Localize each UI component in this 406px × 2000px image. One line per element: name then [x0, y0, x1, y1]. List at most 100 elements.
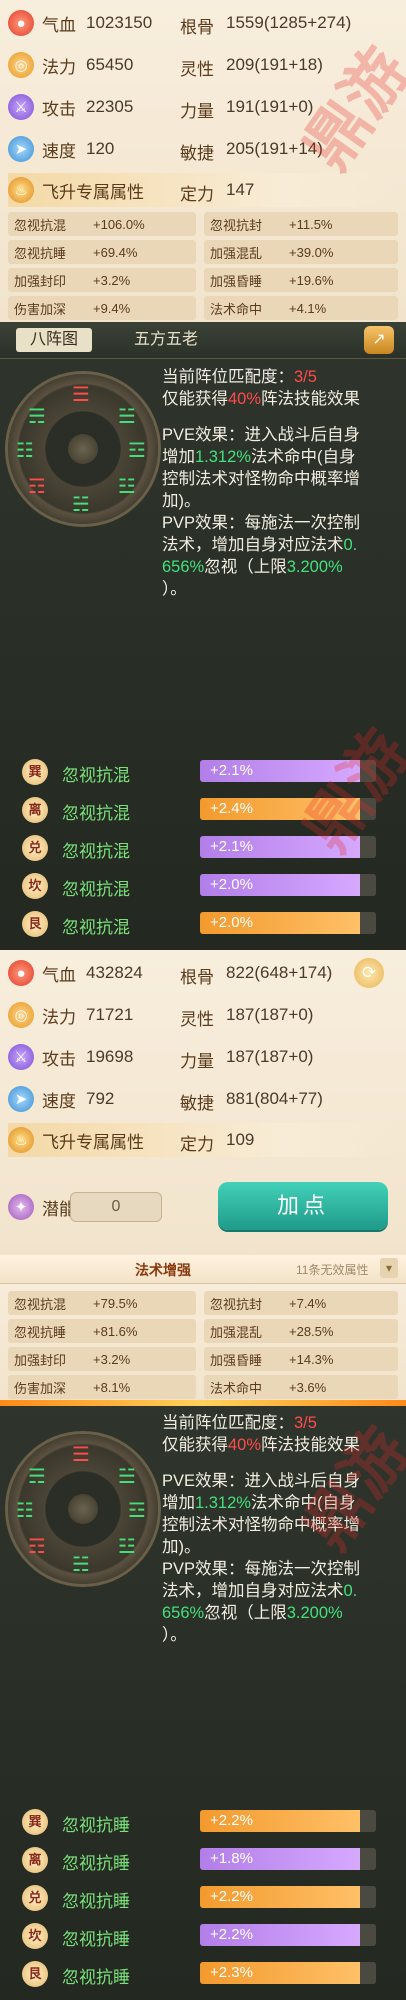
trigram-icon: ☷ [16, 440, 34, 462]
bonus-row: 巽 忽视抗混 +2.1% [0, 754, 406, 790]
invalid-attr-count: 11条无效属性 [296, 1263, 369, 1277]
trigram-badge-icon: 艮 [22, 911, 48, 937]
refresh-button[interactable]: ⟳ [354, 958, 384, 988]
grid-cell: 法术命中 +3.6% [204, 1375, 398, 1399]
trigram-icon: ☲ [128, 1500, 146, 1522]
trigram-icon: ☷ [16, 1500, 34, 1522]
formation-wheel[interactable]: ☰ ☱ ☲ ☳ ☵ ☶ ☷ ☴ [8, 1434, 158, 1584]
stat-spd: ➤ 速度 120 [8, 132, 114, 166]
stat-hp: ● 气血 432824 [8, 956, 143, 990]
hp-drop-icon: ● [8, 10, 34, 36]
bonus-row: 巽 忽视抗睡 +2.2% [0, 1804, 406, 1840]
grid-cell: 加强封印 +3.2% [8, 268, 196, 292]
share-button[interactable]: ↗ [364, 326, 394, 354]
bonus-row: 兑 忽视抗睡 +2.2% [0, 1880, 406, 1916]
stats-panel-3: 法术增强 11条无效属性 ▾ 忽视抗混 +79.5% 忽视抗封 +7.4% 忽视抗睡… [0, 1255, 406, 1400]
trigram-top-icon: ☰ [72, 384, 90, 406]
flame-icon: ♨ [8, 177, 34, 203]
stats-panel-2: ● 气血 432824 ◎ 法力 71721 ⚔ 攻击 19698 ➤ 速度 792 根骨 82… [0, 950, 406, 1255]
grid-cell: 忽视抗混 +79.5% [8, 1291, 196, 1315]
stat-label-liliang: 力量 [180, 102, 214, 121]
tab-wufangwulao[interactable]: 五方五老 [120, 328, 212, 352]
stat-label-lingxing: 灵性 [180, 60, 214, 79]
bonus-row: 艮 忽视抗混 +2.0% [0, 906, 406, 942]
stat-value-gengu: 822(648+174) [226, 963, 333, 982]
wheel-center [68, 434, 98, 464]
stat-label-dingli: 定力 [180, 1135, 214, 1154]
stat-value-liliang: 191(191+0) [226, 97, 314, 116]
bonus-row: 离 忽视抗睡 +1.8% [0, 1842, 406, 1878]
stats-panel-1: ● 气血 1023150 ◎ 法力 65450 ⚔ 攻击 22305 ➤ 速度 120 根骨 1… [0, 0, 406, 322]
bonus-row: 兑 忽视抗混 +2.1% [0, 830, 406, 866]
bonus-row: 坎 忽视抗睡 +2.2% [0, 1918, 406, 1954]
trigram-badge-icon: 坎 [22, 1923, 48, 1949]
formation-panel-2: ☰ ☱ ☲ ☳ ☵ ☶ ☷ ☴ 当前阵位匹配度：3/5 仅能获得40%阵法技能效… [0, 1400, 406, 2000]
trigram-icon: ☴ [28, 406, 46, 428]
grid-cell: 忽视抗混 +106.0% [8, 212, 196, 236]
bonus-bar: +2.1% [200, 760, 376, 782]
boot-icon: ➤ [8, 1086, 34, 1112]
bonus-bar: +2.1% [200, 836, 376, 858]
stat-atk: ⚔ 攻击 19698 [8, 1040, 133, 1074]
sword-icon: ⚔ [8, 94, 34, 120]
share-arrow-icon: ↗ [372, 331, 386, 348]
add-points-button[interactable]: 加点 [218, 1182, 388, 1230]
formation-tabbar: 八阵图 五方五老 ↗ [0, 322, 406, 359]
chevron-down-icon[interactable]: ▾ [380, 1258, 398, 1278]
trigram-badge-icon: 巽 [22, 1809, 48, 1835]
trigram-badge-icon: 艮 [22, 1961, 48, 1987]
stat-label-dingli: 定力 [180, 185, 214, 204]
formation-description: 当前阵位匹配度：3/5 仅能获得40%阵法技能效果 PVE效果：进入战斗后自身 … [162, 1414, 361, 1644]
bonus-bar: +2.2% [200, 1810, 376, 1832]
trigram-icon: ☱ [118, 406, 136, 428]
spell-enhance-header: 法术增强 11条无效属性 ▾ [0, 1255, 406, 1284]
bonus-row: 离 忽视抗混 +2.4% [0, 792, 406, 828]
bonus-bar: +2.0% [200, 912, 376, 934]
grid-cell: 加强昏睡 +14.3% [204, 1347, 398, 1371]
grid-cell: 加强封印 +3.2% [8, 1347, 196, 1371]
tab-bazhentu[interactable]: 八阵图 [16, 328, 93, 352]
potential-gem-icon: ✦ [8, 1194, 34, 1220]
stat-label-lingxing: 灵性 [180, 1010, 214, 1029]
trigram-icon: ☱ [118, 1466, 136, 1488]
stat-value-dingli: 109 [226, 1130, 255, 1149]
grid-cell: 忽视抗睡 +81.6% [8, 1319, 196, 1343]
formation-wheel[interactable]: ☰ ☱ ☲ ☳ ☵ ☶ ☷ ☴ [8, 374, 158, 524]
trigram-icon: ☲ [128, 440, 146, 462]
stat-value-liliang: 187(187+0) [226, 1047, 314, 1066]
wheel-center [68, 1494, 98, 1524]
grid-cell: 加强混乱 +39.0% [204, 240, 398, 264]
trigram-badge-icon: 兑 [22, 835, 48, 861]
stat-fly: ♨ 飞升专属属性 [8, 173, 154, 207]
flame-icon: ♨ [8, 1127, 34, 1153]
bonus-bar: +2.4% [200, 798, 376, 820]
trigram-icon: ☶ [28, 1536, 46, 1558]
sword-icon: ⚔ [8, 1044, 34, 1070]
trigram-icon: ☳ [118, 476, 136, 498]
stat-fly: ♨ 飞升专属属性 [8, 1123, 154, 1157]
grid-cell: 加强混乱 +28.5% [204, 1319, 398, 1343]
stat-value-minjie: 881(804+77) [226, 1089, 323, 1108]
grid-cell: 忽视抗封 +7.4% [204, 1291, 398, 1315]
trigram-badge-icon: 巽 [22, 759, 48, 785]
trigram-badge-icon: 离 [22, 797, 48, 823]
formation-description: 当前阵位匹配度：3/5 仅能获得40%阵法技能效果 PVE效果：进入战斗后自身 … [162, 368, 361, 598]
bonus-bar: +2.3% [200, 1962, 376, 1984]
trigram-badge-icon: 兑 [22, 1885, 48, 1911]
stat-label-gengu: 根骨 [180, 968, 214, 987]
trigram-icon: ☶ [28, 476, 46, 498]
stat-value-minjie: 205(191+14) [226, 139, 323, 158]
hp-drop-icon: ● [8, 960, 34, 986]
trigram-badge-icon: 离 [22, 1847, 48, 1873]
grid-cell: 忽视抗封 +11.5% [204, 212, 398, 236]
stat-label-minjie: 敏捷 [180, 1094, 214, 1113]
stat-value-lingxing: 209(191+18) [226, 55, 323, 74]
mana-swirl-icon: ◎ [8, 52, 34, 78]
bonus-bar: +2.2% [200, 1924, 376, 1946]
grid-cell: 忽视抗睡 +69.4% [8, 240, 196, 264]
bonus-bar: +1.8% [200, 1848, 376, 1870]
stat-label-minjie: 敏捷 [180, 144, 214, 163]
stat-mp: ◎ 法力 71721 [8, 998, 133, 1032]
trigram-icon: ☵ [72, 494, 90, 516]
stat-value-dingli: 147 [226, 180, 255, 199]
